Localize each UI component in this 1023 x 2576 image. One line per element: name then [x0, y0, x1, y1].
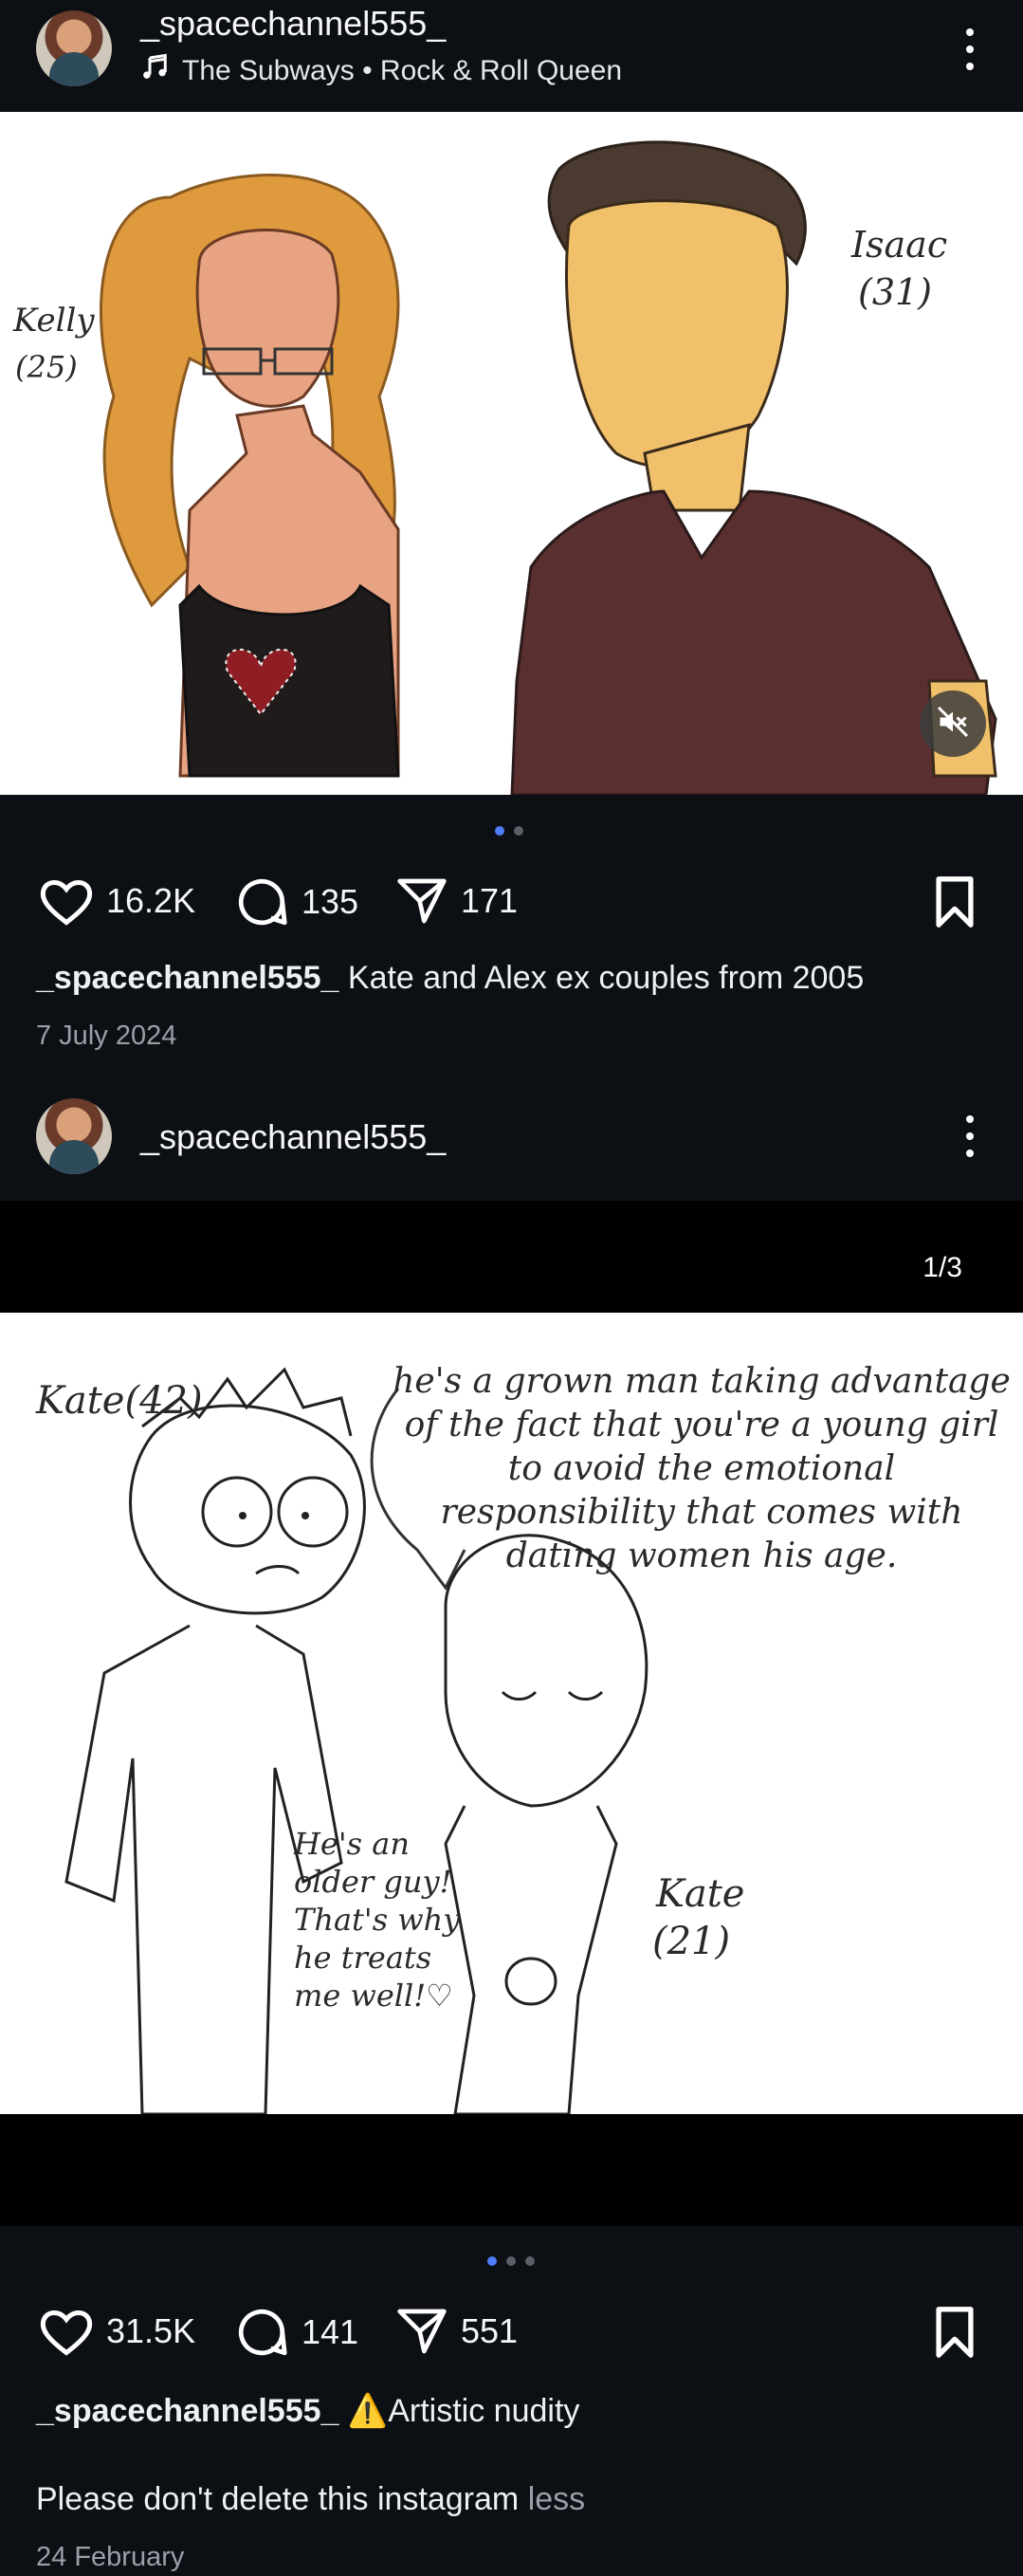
- like-count: 31.5K: [106, 2311, 196, 2350]
- like-button[interactable]: 16.2K: [38, 874, 195, 928]
- label-isaac: Isaac: [851, 224, 948, 266]
- label-kelly: Kelly: [13, 302, 95, 340]
- post2-username[interactable]: _spacechannel555_: [140, 1117, 446, 1157]
- post2-caption: _spacechannel555_ ⚠️Artistic nudity: [36, 2392, 579, 2430]
- post2-caption-body: Please don't delete this instagram less: [36, 2481, 585, 2518]
- label-kate-21: Kate: [656, 1872, 745, 1916]
- speech-big: he's a grown man taking advantage of the…: [393, 1362, 1011, 1575]
- caption-text: Kate and Alex ex couples from 2005: [347, 960, 865, 996]
- label-kate-21-age: (21): [652, 1920, 731, 1963]
- carousel-dot: [525, 2256, 535, 2266]
- comment-icon: [233, 2305, 290, 2360]
- label-isaac-age: (31): [858, 271, 933, 313]
- share-button[interactable]: 171: [394, 874, 518, 928]
- comment-count: 135: [301, 882, 359, 921]
- post2-actions: 31.5K 141 551: [0, 2299, 1023, 2365]
- carousel-dot-active: [495, 826, 504, 836]
- post1-username[interactable]: _spacechannel555_: [140, 4, 446, 44]
- post1-music[interactable]: The Subways • Rock & Roll Queen: [140, 53, 622, 89]
- comment-icon: [233, 874, 290, 929]
- bookmark-button[interactable]: [931, 2305, 978, 2360]
- caption-username[interactable]: _spacechannel555_: [36, 2393, 338, 2429]
- avatar[interactable]: [36, 10, 112, 86]
- kebab-menu-icon[interactable]: [965, 28, 975, 78]
- share-icon: [394, 874, 449, 928]
- post2-image[interactable]: Kate(42) he's a grown man taking advanta…: [0, 1313, 1023, 2114]
- music-note-icon: [140, 53, 169, 89]
- post1-illustration: [100, 140, 997, 795]
- label-kate-42: Kate(42): [36, 1379, 203, 1423]
- comment-button[interactable]: 135: [233, 874, 358, 929]
- post1-date: 7 July 2024: [36, 1021, 177, 1051]
- post2-carousel-dots: [487, 2256, 535, 2266]
- post2-counter: 1/3: [923, 1252, 962, 1283]
- bookmark-icon: [931, 874, 978, 929]
- caption-body-text: Please don't delete this instagram: [36, 2481, 520, 2517]
- share-count: 171: [461, 881, 519, 920]
- post1-header: _spacechannel555_ The Subways • Rock & R…: [0, 0, 1023, 112]
- comment-button[interactable]: 141: [233, 2305, 358, 2360]
- post2-letterbox-bottom: [0, 2114, 1023, 2226]
- mute-button[interactable]: [920, 690, 986, 757]
- post2-letterbox-top: [0, 1201, 1023, 1313]
- label-kelly-age: (25): [15, 349, 78, 385]
- bookmark-icon: [931, 2305, 978, 2360]
- heart-icon: [38, 874, 95, 928]
- post1-actions: 16.2K 135 171: [0, 869, 1023, 935]
- bookmark-button[interactable]: [931, 874, 978, 929]
- post1-caption: _spacechannel555_ Kate and Alex ex coupl…: [36, 960, 864, 997]
- music-label: The Subways • Rock & Roll Queen: [182, 55, 623, 86]
- caption-warning: ⚠️Artistic nudity: [347, 2393, 580, 2429]
- post1-carousel-dots: [495, 826, 523, 836]
- like-count: 16.2K: [106, 881, 196, 920]
- carousel-dot: [514, 826, 523, 836]
- mute-icon: [936, 705, 970, 744]
- carousel-dot: [506, 2256, 516, 2266]
- share-button[interactable]: 551: [394, 2305, 518, 2358]
- comment-count: 141: [301, 2312, 359, 2351]
- carousel-dot-active: [487, 2256, 497, 2266]
- like-button[interactable]: 31.5K: [38, 2305, 195, 2358]
- post2-header: _spacechannel555_: [0, 1081, 1023, 1193]
- kebab-menu-icon[interactable]: [965, 1115, 975, 1165]
- post1-image[interactable]: Kelly (25) Isaac (31): [0, 112, 1023, 795]
- speech-small: He's an older guy! That's why he treats …: [294, 1826, 461, 2014]
- avatar[interactable]: [36, 1098, 112, 1174]
- caption-username[interactable]: _spacechannel555_: [36, 960, 338, 996]
- share-icon: [394, 2305, 449, 2358]
- less-link[interactable]: less: [528, 2481, 585, 2517]
- share-count: 551: [461, 2311, 519, 2350]
- post2-date: 24 February: [36, 2542, 185, 2572]
- heart-icon: [38, 2305, 95, 2358]
